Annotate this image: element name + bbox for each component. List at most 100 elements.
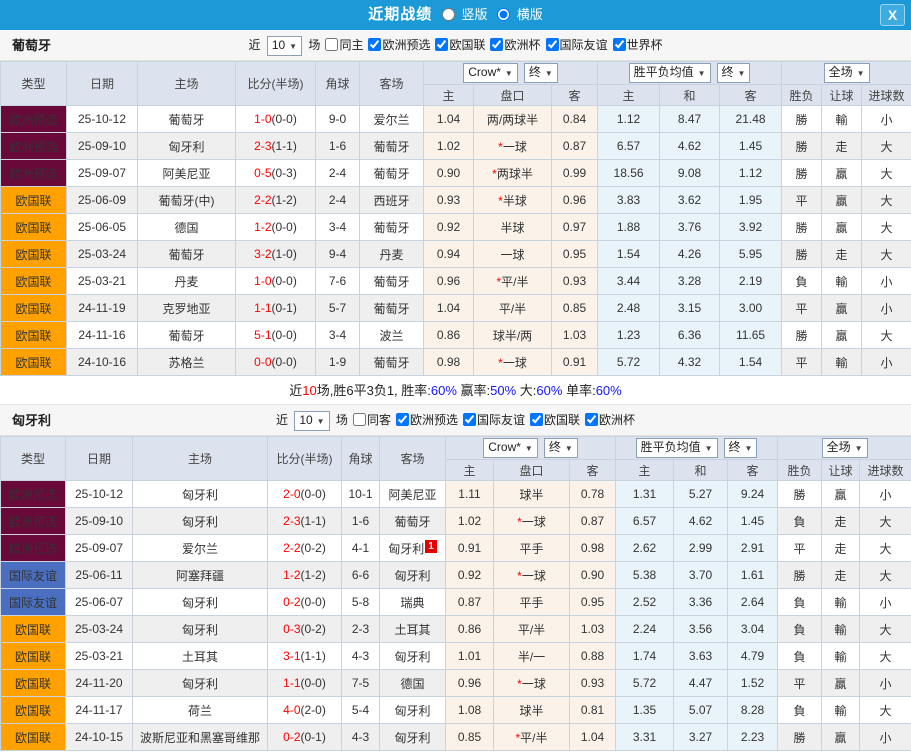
date-cell: 24-11-20 [66, 670, 133, 697]
league-filter-option[interactable]: 国际友谊 [541, 38, 608, 52]
handicap-cell: 半球 [474, 214, 552, 241]
home-odds-cell: 0.86 [446, 616, 494, 643]
horizontal-radio-label: 横版 [517, 7, 543, 22]
result-cell: 勝 [782, 106, 822, 133]
bookmaker-select[interactable]: Crow*▼ [463, 63, 518, 83]
league-filter-option[interactable]: 欧洲杯 [485, 38, 540, 52]
close-button[interactable]: X [880, 4, 905, 26]
away-odds-cell: 0.96 [552, 187, 598, 214]
avg-type-select[interactable]: 胜平负均值▼ [629, 63, 711, 83]
result-cell: 勝 [778, 562, 822, 589]
avg-state-select[interactable]: 终▼ [717, 63, 751, 83]
avg-draw-cell: 3.28 [660, 268, 720, 295]
home-odds-cell: 1.02 [424, 133, 474, 160]
corners-cell: 2-4 [316, 187, 360, 214]
league-filter-option[interactable]: 国际友谊 [458, 413, 525, 427]
handicap-text: 一球 [503, 356, 527, 370]
layout-vertical-option[interactable]: 竖版 [442, 7, 491, 22]
score-cell: 0-2(0-0) [268, 589, 342, 616]
league-label: 世界杯 [627, 38, 663, 52]
avg-away-cell: 2.19 [720, 268, 782, 295]
avg-home-cell: 18.56 [598, 160, 660, 187]
goals-result-cell: 大 [862, 241, 911, 268]
fulltime-score: 0-5 [254, 166, 271, 180]
league-checkbox[interactable] [546, 38, 559, 51]
handicap-result-cell: 贏 [822, 322, 862, 349]
horizontal-radio[interactable] [497, 8, 510, 21]
league-checkbox[interactable] [530, 413, 543, 426]
league-filter-option[interactable]: 欧洲预选 [363, 38, 430, 52]
score-cell: 0-3(0-2) [268, 616, 342, 643]
league-filter-option[interactable]: 世界杯 [608, 38, 663, 52]
goals-result-cell: 小 [860, 589, 911, 616]
league-filter-option[interactable]: 欧洲杯 [580, 413, 635, 427]
odds-state-select[interactable]: 终▼ [524, 63, 558, 83]
halftime-score: (0-0) [301, 487, 326, 501]
away-odds-cell: 0.87 [570, 508, 616, 535]
match-period-select[interactable]: 全场▼ [822, 438, 868, 458]
avg-state-select[interactable]: 终▼ [724, 438, 758, 458]
selected-value: 全场 [829, 65, 853, 79]
avg-home-cell: 1.31 [616, 481, 674, 508]
handicap-result-cell: 贏 [822, 187, 862, 214]
league-checkbox[interactable] [368, 38, 381, 51]
chevron-down-icon: ▼ [745, 444, 753, 453]
halftime-score: (1-2) [301, 568, 326, 582]
home-odds-cell: 0.92 [446, 562, 494, 589]
league-checkbox[interactable] [613, 38, 626, 51]
table-row: 欧国联24-11-17荷兰4-0(2-0)5-4匈牙利1.08球半0.811.3… [1, 697, 911, 724]
summary-segment: 赢率: [457, 383, 490, 398]
date-cell: 25-06-09 [67, 187, 138, 214]
league-checkbox[interactable] [396, 413, 409, 426]
home-odds-cell: 1.11 [446, 481, 494, 508]
odds-state-select[interactable]: 终▼ [544, 438, 578, 458]
avg-type-select[interactable]: 胜平负均值▼ [636, 438, 718, 458]
corners-cell: 5-4 [342, 697, 380, 724]
same-venue-option[interactable]: 同客 [348, 413, 391, 427]
corners-cell: 10-1 [342, 481, 380, 508]
league-label: 欧洲预选 [382, 38, 430, 52]
sub-column-header: 和 [674, 460, 728, 481]
same-venue-option[interactable]: 同主 [320, 38, 363, 52]
type-cell: 欧国联 [1, 322, 67, 349]
league-filter-option[interactable]: 欧洲预选 [391, 413, 458, 427]
date-cell: 25-09-10 [66, 508, 133, 535]
vertical-radio[interactable] [442, 8, 455, 21]
league-checkbox[interactable] [435, 38, 448, 51]
league-filter-option[interactable]: 欧国联 [430, 38, 485, 52]
bookmaker-select[interactable]: Crow*▼ [483, 438, 538, 458]
league-checkbox[interactable] [463, 413, 476, 426]
avg-away-cell: 1.45 [720, 133, 782, 160]
halftime-score: (0-3) [272, 166, 297, 180]
away-team-cell: 匈牙利 [380, 724, 446, 751]
league-checkbox[interactable] [585, 413, 598, 426]
layout-horizontal-option[interactable]: 横版 [497, 7, 543, 22]
match-count-select[interactable]: 10▼ [267, 36, 302, 56]
league-checkbox[interactable] [490, 38, 503, 51]
selected-value: 终 [729, 440, 741, 454]
league-filter-option[interactable]: 欧国联 [525, 413, 580, 427]
away-team-cell: 匈牙利 [380, 697, 446, 724]
corners-cell: 5-8 [342, 589, 380, 616]
fulltime-score: 0-2 [283, 730, 300, 744]
handicap-cell: *半球 [474, 187, 552, 214]
column-header: 日期 [67, 62, 138, 106]
avg-home-cell: 2.24 [616, 616, 674, 643]
corners-cell: 2-3 [342, 616, 380, 643]
away-team-cell: 葡萄牙 [360, 160, 424, 187]
goals-result-cell: 小 [860, 481, 911, 508]
away-odds-cell: 0.90 [570, 562, 616, 589]
match-count-select[interactable]: 10▼ [294, 411, 329, 431]
away-team-cell: 爱尔兰 [360, 106, 424, 133]
corners-cell: 1-9 [316, 349, 360, 376]
result-cell: 負 [782, 268, 822, 295]
league-label: 欧洲杯 [504, 38, 540, 52]
score-cell: 1-0(0-0) [236, 106, 316, 133]
match-period-select[interactable]: 全场▼ [824, 63, 870, 83]
avg-home-cell: 3.31 [616, 724, 674, 751]
same-venue-checkbox[interactable] [353, 413, 366, 426]
score-cell: 1-2(0-0) [236, 214, 316, 241]
games-label: 场 [333, 413, 348, 427]
date-cell: 25-09-07 [66, 535, 133, 562]
same-venue-checkbox[interactable] [325, 38, 338, 51]
